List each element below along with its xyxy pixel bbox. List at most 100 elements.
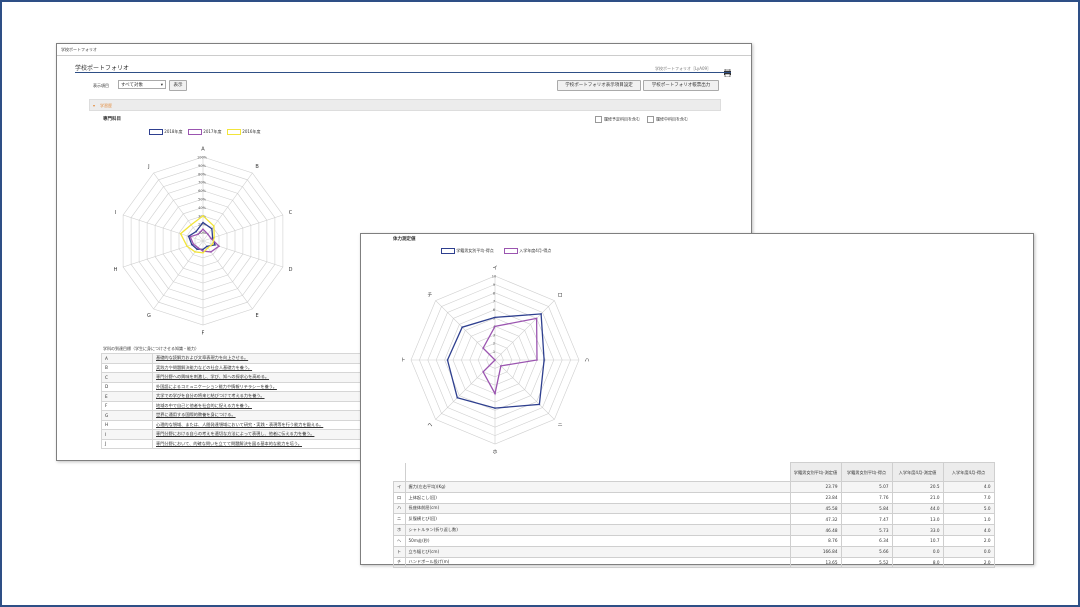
radar-point	[218, 245, 220, 247]
table-row: ト立ち幅とび(cm) 166.84 5.66 0.0 0.0	[393, 545, 995, 558]
accordion-header[interactable]: ▾ 学習歴	[89, 99, 721, 111]
table-row: I 専門分野における自らの考えを適切な方法によって表現し、他者に伝える力を養う。	[101, 429, 370, 440]
radar-tick-label: 40%	[198, 206, 206, 210]
goal-code: F	[101, 400, 153, 411]
radar-point	[197, 233, 199, 235]
export-button[interactable]: 学校ポートフォリオ帳票出力	[643, 80, 719, 91]
goal-text[interactable]: 世界に通用する国際的教養を身につける。	[152, 410, 370, 421]
radar-point	[500, 365, 502, 367]
table-row: ヘ 50m走(秒) 8.76 6.34 10.7 2.0	[393, 534, 995, 547]
legend-swatch	[227, 129, 241, 135]
radar-point	[456, 396, 459, 399]
row-value: 5.07	[840, 481, 893, 493]
row-code: ヘ	[393, 534, 406, 547]
show-button[interactable]: 表示	[169, 80, 187, 91]
radar-spoke	[153, 172, 204, 242]
radar-tick-label: 100%	[197, 156, 208, 160]
goal-text[interactable]: 基礎的な読解力および文章表現力を向上させる。	[152, 353, 370, 364]
goal-code: A	[101, 353, 153, 364]
checkbox-box[interactable]	[595, 116, 602, 123]
row-name: 反復横とび(回)	[404, 513, 791, 526]
row-value: 5.84	[840, 502, 893, 515]
row-name: 立ち幅とび(cm)	[404, 545, 791, 558]
radar-point	[192, 243, 195, 245]
table-row: F 地域の中で自己と他者を社会的に捉える力を養う。	[101, 400, 370, 411]
radar-axis-label: A	[201, 147, 205, 153]
checkbox-label: 履修予定科目を含む	[604, 116, 640, 122]
radar-axis-label: チ	[427, 292, 432, 298]
radar-spoke	[202, 172, 253, 242]
table-row: チハンドボール投げ(m) 13.65 5.52 8.0 2.0	[393, 556, 995, 569]
goal-text[interactable]: 大学での学びを自分の将来と結びつけて考える力を養う。	[152, 391, 370, 402]
column-header: 入学年度4月-測定値	[891, 462, 944, 482]
goal-text[interactable]: 心理的な領域、または、人間発達領域において研究・実践・表現等を行う能力を鍛える。	[152, 419, 370, 430]
legend-label: 学籍男女別平均-得点	[456, 248, 494, 253]
goal-text[interactable]: 外国語によるコミュニケーション能力や情報リテラシーを養う。	[152, 381, 370, 392]
settings-button[interactable]: 学校ポートフォリオ表示項目設定	[557, 80, 641, 91]
radar-point	[210, 251, 212, 253]
row-value: 0.0	[891, 545, 944, 558]
radar-point	[202, 228, 204, 230]
radar-point	[494, 316, 496, 319]
row-value: 2.0	[942, 556, 995, 569]
radar-axis-label: H	[114, 267, 118, 273]
filter-select[interactable]: すべて対象 ▾	[118, 80, 166, 89]
fitness-window: 体力測定値 学籍男女別平均-得点 入学年度4月-得点 イロハニホヘトチ12345…	[360, 233, 1034, 569]
radar-point	[194, 251, 196, 253]
radar-axis-label: C	[289, 210, 293, 216]
checkbox-box[interactable]	[647, 116, 654, 123]
accordion-label: 学習歴	[100, 102, 112, 108]
row-value: 44.0	[891, 502, 944, 515]
radar-point	[494, 325, 496, 328]
radar-axis-label: イ	[492, 266, 497, 272]
filter-label: 表示項目	[93, 83, 109, 88]
goal-text[interactable]: 専門分野における自らの考えを適切な方法によって表現し、他者に伝える力を養う。	[152, 429, 370, 440]
legend-label: 2018年度	[164, 129, 183, 134]
radar-point	[202, 221, 204, 224]
radar-point	[190, 223, 192, 226]
radar-tick-label: 10	[492, 275, 496, 279]
table-caption: 学科の到達目標（学生に身につけさせる知識・能力）	[103, 346, 199, 351]
window-titlebar: 学校ポートフォリオ	[61, 47, 97, 52]
radar-point	[538, 403, 541, 406]
radar-chart: ABCDEFGHIJ10%20%30%40%50%60%70%80%90%100…	[114, 147, 293, 337]
row-value: 4.0	[942, 481, 995, 493]
legend-item: 2017年度	[188, 129, 221, 135]
checkbox-current[interactable]: 履修中科目を含む	[647, 116, 688, 123]
radar-point	[213, 236, 215, 239]
radar-point	[207, 247, 209, 249]
row-value: 8.76	[789, 534, 842, 547]
checkbox-planned[interactable]: 履修予定科目を含む	[595, 116, 640, 123]
row-value: 7.76	[840, 491, 893, 504]
chevron-down-icon: ▾	[160, 83, 163, 88]
radar-point	[179, 232, 182, 235]
radar-point	[482, 371, 484, 373]
goal-text[interactable]: 専門分野への興味を刺激し、学び、知への探求心を高める。	[152, 372, 370, 383]
table-row: G 世界に通用する国際的教養を身につける。	[101, 410, 370, 421]
radar-tick-label: 7	[493, 300, 495, 304]
table-row: C 専門分野への興味を刺激し、学び、知への探求心を高める。	[101, 372, 370, 383]
radar-point	[536, 359, 538, 361]
goal-code: I	[101, 429, 153, 440]
radar-point	[195, 230, 197, 233]
radar-tick-label: 8	[493, 291, 495, 295]
print-icon[interactable]	[723, 62, 732, 78]
row-value: 166.84	[789, 545, 842, 558]
radar-point	[535, 317, 538, 320]
radar-point	[461, 326, 463, 328]
goal-text[interactable]: 地域の中で自己と他者を社会的に捉える力を養う。	[152, 400, 370, 411]
radar-axis-label: ヘ	[427, 423, 432, 429]
legend-swatch	[188, 129, 202, 135]
row-name: 握力(左右平均)(Kg)	[404, 481, 791, 493]
radar-tick-label: 1	[493, 350, 495, 354]
legend-item: 2018年度	[149, 129, 182, 135]
radar-axis-label: ニ	[558, 423, 563, 429]
radar-axis-label: B	[255, 164, 259, 170]
goal-text[interactable]: 実践力や問題解決能力などの社会人基礎力を養う。	[152, 362, 370, 373]
row-value: 4.0	[942, 524, 995, 536]
goals-table: A 基礎的な読解力および文章表現力を向上させる。 B 実践力や問題解決能力などの社会人…	[101, 353, 370, 449]
row-value: 13.65	[789, 556, 842, 569]
radar-point	[202, 215, 204, 217]
goal-text[interactable]: 専門分野において、的確な問いを立てて問題解決を図る基本的な能力を培う。	[152, 438, 370, 449]
radar-point	[494, 407, 496, 409]
